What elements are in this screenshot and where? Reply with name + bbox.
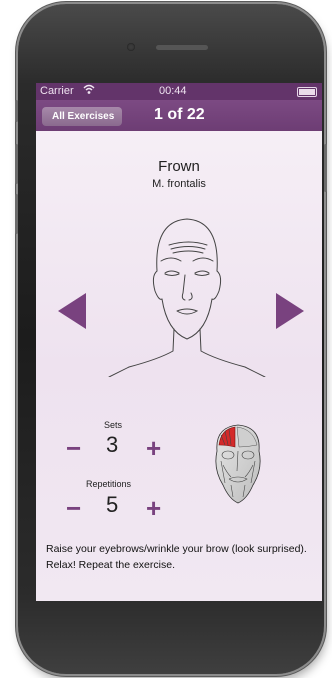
status-bar: Carrier 00:44 bbox=[36, 83, 322, 100]
power-button bbox=[324, 144, 327, 192]
next-arrow-icon[interactable] bbox=[276, 293, 304, 329]
app-screen: Carrier 00:44 All Exercises 1 of 22 Frow… bbox=[36, 83, 322, 601]
prev-arrow-icon[interactable] bbox=[58, 293, 86, 329]
sets-minus-button[interactable]: − bbox=[66, 435, 81, 461]
battery-icon bbox=[297, 87, 317, 97]
clock-label: 00:44 bbox=[159, 85, 187, 97]
volume-up-button bbox=[15, 144, 18, 184]
sets-plus-button[interactable]: + bbox=[146, 435, 161, 461]
muscle-name: M. frontalis bbox=[152, 178, 206, 190]
muscle-anatomy-illustration bbox=[215, 424, 261, 504]
navigation-bar: All Exercises 1 of 22 bbox=[36, 100, 322, 131]
face-illustration bbox=[108, 218, 266, 377]
earpiece-speaker bbox=[156, 45, 208, 50]
volume-down-button bbox=[15, 194, 18, 234]
all-exercises-back-button[interactable]: All Exercises bbox=[42, 107, 123, 126]
exercise-title: Frown bbox=[158, 158, 200, 175]
sets-label: Sets bbox=[104, 420, 123, 430]
wifi-icon bbox=[83, 84, 95, 98]
front-camera bbox=[127, 43, 135, 51]
repetitions-plus-button[interactable]: + bbox=[146, 495, 161, 521]
repetitions-value: 5 bbox=[106, 492, 119, 517]
exercise-instructions: Raise your eyebrows/wrinkle your brow (l… bbox=[46, 543, 307, 571]
sets-value: 3 bbox=[106, 432, 119, 457]
exercise-counter: 1 of 22 bbox=[154, 106, 205, 123]
repetitions-label: Repetitions bbox=[86, 479, 132, 489]
carrier-label: Carrier bbox=[40, 85, 74, 97]
mute-switch bbox=[15, 100, 18, 122]
repetitions-minus-button[interactable]: − bbox=[66, 495, 81, 521]
